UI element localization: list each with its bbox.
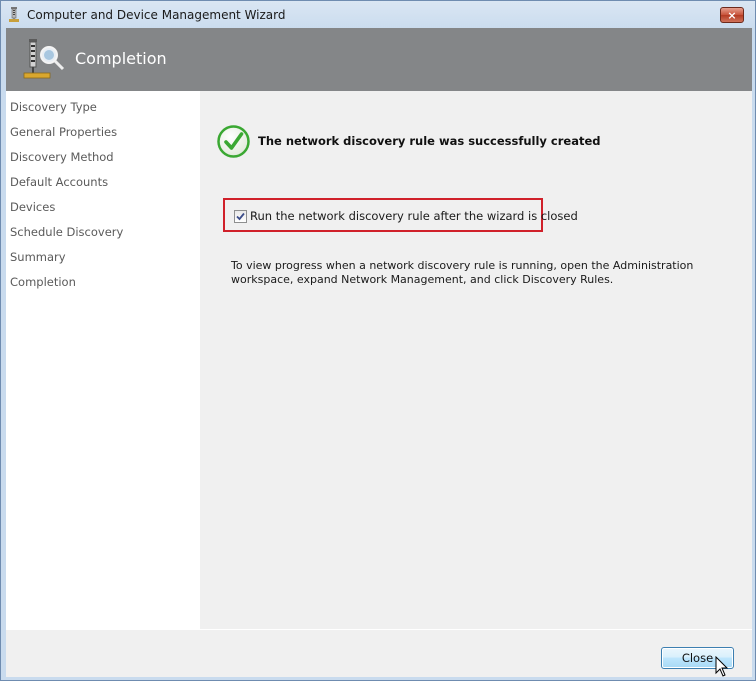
sidebar-item-discovery-type[interactable]: Discovery Type — [10, 100, 97, 114]
window-close-button[interactable]: × — [720, 7, 744, 23]
checkmark-icon — [236, 212, 245, 221]
wizard-app-icon — [9, 7, 19, 22]
page-title: Completion — [75, 49, 167, 68]
run-rule-checkbox-label[interactable]: Run the network discovery rule after the… — [250, 209, 578, 223]
title-bar[interactable]: Computer and Device Management Wizard × — [1, 1, 755, 29]
wizard-footer: Close — [6, 629, 752, 677]
close-icon: × — [727, 8, 737, 22]
wizard-content: The network discovery rule was successfu… — [200, 91, 752, 629]
wizard-window: Computer and Device Management Wizard × … — [0, 0, 756, 681]
sidebar-item-completion[interactable]: Completion — [10, 275, 76, 289]
run-rule-checkbox[interactable] — [234, 210, 247, 223]
sidebar-item-devices[interactable]: Devices — [10, 200, 55, 214]
wizard-steps-sidebar: Discovery Type General Properties Discov… — [6, 91, 200, 629]
mouse-cursor-icon — [715, 656, 729, 677]
sidebar-item-summary[interactable]: Summary — [10, 250, 66, 264]
discovery-wizard-icon — [23, 39, 65, 79]
wizard-header: Completion — [6, 28, 752, 91]
success-message: The network discovery rule was successfu… — [258, 134, 601, 148]
window-title: Computer and Device Management Wizard — [27, 8, 286, 22]
sidebar-item-general-properties[interactable]: General Properties — [10, 125, 117, 139]
sidebar-item-discovery-method[interactable]: Discovery Method — [10, 150, 114, 164]
green-checkmark-icon — [217, 125, 250, 158]
sidebar-item-default-accounts[interactable]: Default Accounts — [10, 175, 108, 189]
progress-info-text: To view progress when a network discover… — [231, 259, 694, 286]
run-rule-highlight: Run the network discovery rule after the… — [223, 198, 578, 232]
sidebar-item-schedule-discovery[interactable]: Schedule Discovery — [10, 225, 123, 239]
